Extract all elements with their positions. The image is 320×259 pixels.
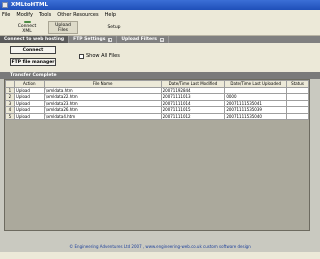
connect-xml-label: Connect XML [17,24,37,34]
show-all-files-label: Show All Files [86,53,120,59]
status-text: Transfer Complete [10,73,57,78]
column-header[interactable]: Date/Time Last Uploaded [224,80,288,88]
table-row[interactable]: 5 Upload \xmldata4.htm 20071111012 20071… [5,112,309,120]
menu-tools[interactable]: Tools [39,12,51,18]
bottom-strip [0,252,320,259]
menu-modify[interactable]: Modify [16,12,33,18]
setup-label: Setup [107,25,121,30]
app-icon [2,2,8,8]
cell-status[interactable] [286,112,309,120]
tab-label: Connect to web hosting [4,37,65,42]
title-bar: XMLtoHTML [0,0,320,10]
status-strip: Transfer Complete [0,72,320,79]
menu-help[interactable]: Help [105,12,116,18]
cell-action[interactable]: Upload [13,112,45,120]
file-table: Action File Name Date/Time Last Modified… [5,80,309,120]
cell-file-name[interactable]: \xmldata4.htm [43,112,162,120]
connect-xml-button[interactable]: Connect XML [12,21,42,34]
file-grid: Action File Name Date/Time Last Modified… [4,79,310,231]
show-all-files-checkbox[interactable] [79,53,84,59]
row-index: 5 [5,112,15,120]
cell-uploaded[interactable]: 20071111535040 [224,112,288,120]
upload-files-button[interactable]: Upload Files [48,21,78,34]
cell-modified[interactable]: 20071111012 [160,112,226,120]
footer-credit[interactable]: © Engineering Adventures Ltd 2007 , www.… [0,244,320,252]
menu-bar: File Modify Tools Other Resources Help [0,10,320,19]
tab-bar: Connect to web hosting FTP Settings ▾ Up… [0,36,320,43]
window-title: XMLtoHTML [11,2,48,8]
menu-other-resources[interactable]: Other Resources [57,12,98,18]
ftp-file-manager-button[interactable]: FTP file manager [10,58,56,66]
upload-files-label: Upload Files [55,23,71,33]
show-all-files-option[interactable]: Show All Files [79,53,120,59]
menu-file[interactable]: File [2,12,10,18]
tab-upload-filters[interactable]: Upload Filters ▾ [117,36,169,43]
connect-button[interactable]: Connect [10,46,56,54]
setup-button[interactable]: Setup [100,21,128,34]
chevron-down-icon: ▾ [108,37,113,42]
chevron-down-icon: ▾ [159,37,164,42]
tab-ftp-settings[interactable]: FTP Settings ▾ [69,36,118,43]
plug-icon [23,21,31,23]
connect-panel: Connect FTP file manager Show All Files [0,43,320,72]
tab-connect-web-hosting[interactable]: Connect to web hosting [0,36,70,43]
tab-label: FTP Settings [73,37,106,42]
column-header[interactable]: Date/Time Last Modified [160,80,226,88]
tab-label: Upload Filters [121,37,157,42]
toolbar: Connect XML Upload Files Setup [0,19,320,36]
